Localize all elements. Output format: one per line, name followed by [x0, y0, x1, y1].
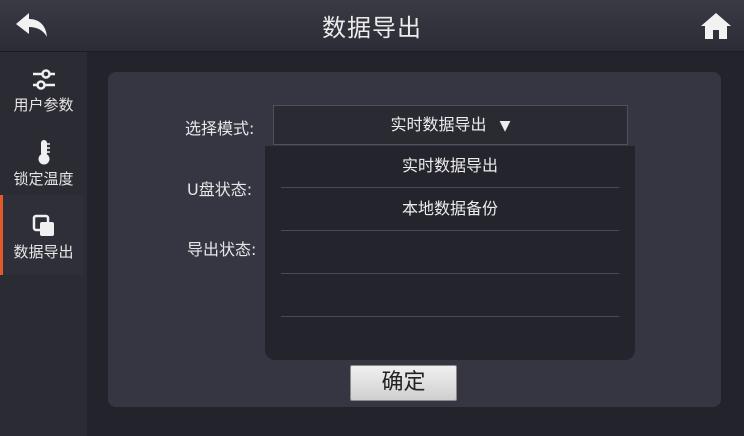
- confirm-button[interactable]: 确定: [350, 365, 457, 401]
- sidebar-item-label: 数据导出: [13, 243, 74, 261]
- dropdown-option[interactable]: [281, 232, 619, 274]
- dropdown-triangle-icon: ▼: [499, 118, 511, 134]
- sidebar-item-label: 锁定温度: [13, 170, 74, 188]
- top-bar: 数据导出: [0, 0, 744, 52]
- home-button[interactable]: [698, 10, 734, 42]
- back-arrow-icon: [16, 13, 47, 37]
- sidebar-item-label: 用户参数: [13, 96, 74, 114]
- dropdown-option[interactable]: 本地数据备份: [281, 189, 619, 231]
- screen: 数据导出 用户参数 锁定温度 数据导出 选择模式: 实时数据导出 ▼ U盘状态:…: [0, 0, 744, 436]
- sidebar-item-lock-temperature[interactable]: 锁定温度: [0, 138, 87, 194]
- sidebar: 用户参数 锁定温度 数据导出: [0, 52, 87, 436]
- sidebar-item-user-params[interactable]: 用户参数: [0, 66, 87, 126]
- mode-label: 选择模式:: [185, 119, 255, 138]
- sliders-icon: [32, 69, 55, 90]
- export-status-label: 导出状态:: [187, 240, 257, 259]
- page-title: 数据导出: [322, 14, 422, 42]
- dropdown-option[interactable]: [281, 275, 619, 317]
- mode-select[interactable]: 实时数据导出 ▼: [273, 105, 628, 145]
- dropdown-option[interactable]: 实时数据导出: [281, 146, 619, 188]
- home-icon: [701, 13, 731, 39]
- usb-status-label: U盘状态:: [187, 180, 253, 199]
- thermometer-icon: [38, 140, 50, 165]
- mode-select-value: 实时数据导出: [390, 115, 487, 134]
- copy-icon: [32, 214, 54, 236]
- sidebar-item-data-export[interactable]: 数据导出: [0, 195, 84, 275]
- back-button[interactable]: [12, 10, 52, 42]
- mode-dropdown-list: 实时数据导出 本地数据备份: [265, 146, 635, 360]
